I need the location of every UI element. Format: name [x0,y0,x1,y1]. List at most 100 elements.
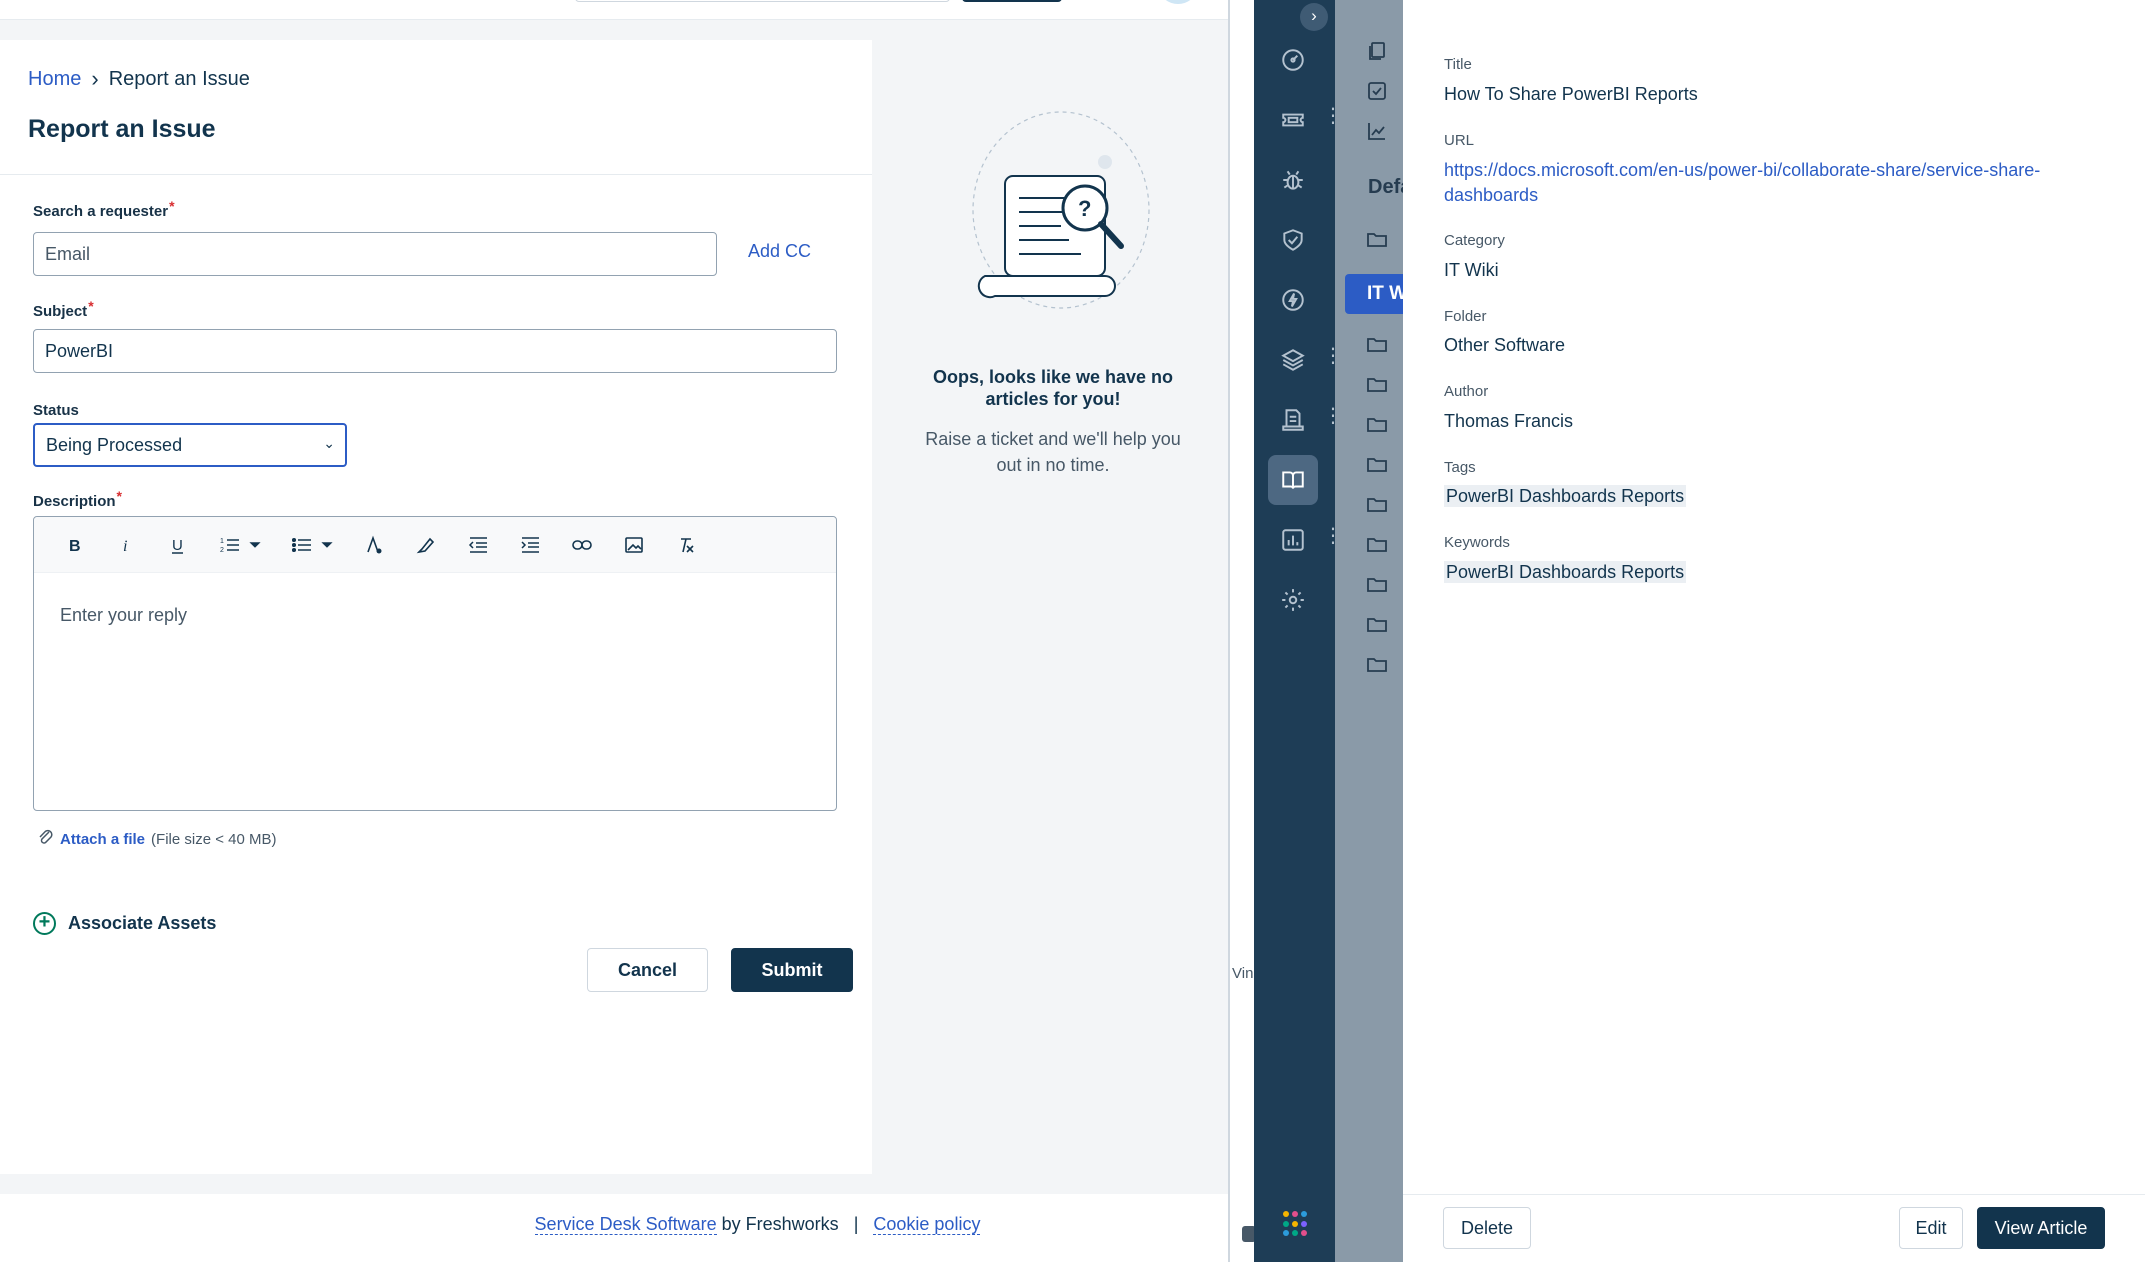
purchase-document-icon[interactable] [1268,395,1318,445]
chevron-right-icon: › [91,66,99,91]
changes-shield-icon[interactable] [1268,215,1318,265]
author-label: Author [1444,383,1489,400]
requester-label-text: Search a requester [33,203,169,220]
list-section-heading: Defa [1368,176,1403,198]
required-mark: * [116,488,122,504]
clear-format-icon[interactable] [668,527,704,563]
highlight-icon[interactable] [408,527,444,563]
subject-label: Subject* [33,298,94,320]
tag-chip: PowerBI Dashboards Reports [1444,485,1687,507]
underline-icon[interactable]: U [160,527,196,563]
more-options-icon[interactable]: ⋮ [1323,406,1343,426]
svg-text:2: 2 [220,547,224,554]
italic-icon[interactable]: i [108,527,144,563]
cancel-button[interactable]: Cancel [587,948,708,992]
dashboard-icon[interactable] [1268,35,1318,85]
apps-grid-dot [1283,1220,1289,1227]
apps-grid-dot [1283,1211,1289,1217]
outdent-icon[interactable] [460,527,496,563]
add-cc-link[interactable]: Add CC [748,241,811,262]
checkbox-icon[interactable] [1366,80,1388,102]
requester-label: Search a requester* [33,198,175,220]
caret-down-icon[interactable] [248,527,262,563]
ordered-list-icon[interactable]: 12 [212,527,248,563]
background-window-edge: Vind [1228,0,1262,1262]
folder-icon[interactable] [1366,653,1388,675]
more-options-icon[interactable]: ⋮ [1323,526,1343,546]
more-options-icon[interactable]: ⋮ [1323,106,1343,126]
svg-text:U: U [172,537,183,554]
trend-chart-icon[interactable] [1366,120,1388,142]
subject-input[interactable]: PowerBI [33,329,837,373]
apps-grid-dot [1301,1230,1307,1237]
folder-icon[interactable] [1366,533,1388,555]
description-editor[interactable]: B i U 12 Enter your reply [33,516,837,811]
link-icon[interactable] [564,527,600,563]
edit-button[interactable]: Edit [1899,1207,1963,1249]
assets-layers-icon[interactable] [1268,335,1318,385]
status-select[interactable]: Being Processed ⌄ [33,423,347,467]
unordered-list-icon[interactable] [284,527,320,563]
portal-header-button[interactable] [962,0,1062,2]
apps-grid-dot [1283,1230,1289,1237]
portal-footer: Service Desk Software by Freshworks | Co… [0,1194,1228,1262]
folder-icon[interactable] [1366,373,1388,395]
tags-label: Tags [1444,459,1476,476]
folder-icon[interactable] [1366,453,1388,475]
reports-chart-icon[interactable] [1268,515,1318,565]
indent-icon[interactable] [512,527,548,563]
folder-icon[interactable] [1366,573,1388,595]
no-articles-title: Oops, looks like we have no articles for… [932,367,1174,409]
footer-cookie-policy-link[interactable]: Cookie policy [873,1214,981,1235]
footer-service-desk-link[interactable]: Service Desk Software [534,1214,717,1235]
submit-button[interactable]: Submit [731,948,853,992]
breadcrumb-home-link[interactable]: Home [28,68,81,91]
article-category: IT Wiki [1444,260,1499,280]
settings-gear-icon[interactable] [1268,575,1318,625]
folder-icon[interactable] [1366,413,1388,435]
article-url-link[interactable]: https://docs.microsoft.com/en-us/power-b… [1444,158,2104,208]
article-title: How To Share PowerBI Reports [1444,84,1698,104]
associate-assets-button[interactable]: + Associate Assets [33,912,216,935]
svg-text:1: 1 [220,538,224,545]
problems-bug-icon[interactable] [1268,155,1318,205]
apps-grid-dot [1292,1220,1298,1227]
view-article-button[interactable]: View Article [1977,1207,2105,1249]
portal-search-input[interactable] [575,0,950,2]
tickets-icon[interactable] [1268,95,1318,145]
copy-document-icon[interactable] [1366,40,1388,62]
caret-down-icon[interactable] [320,527,334,563]
divider [0,174,872,175]
editor-toolbar: B i U 12 [34,517,836,573]
avatar[interactable] [1160,0,1196,4]
article-tags: PowerBI Dashboards Reports [1444,485,1687,507]
solutions-book-icon[interactable] [1268,455,1318,505]
no-articles-subtitle: Raise a ticket and we'll help you out in… [925,429,1181,475]
requester-email-input[interactable]: Email [33,232,717,276]
svg-text:i: i [123,538,127,555]
article-detail-footer: Delete Edit View Article [1403,1194,2145,1262]
chevron-right-icon[interactable]: › [1300,3,1328,31]
more-options-icon[interactable]: ⋮ [1323,346,1343,366]
releases-bolt-icon[interactable] [1268,275,1318,325]
keyword-chip: PowerBI Dashboards Reports [1444,561,1687,583]
footer-by-text: by Freshworks [721,1214,839,1234]
image-icon[interactable] [616,527,652,563]
attach-file-hint: (File size < 40 MB) [151,830,277,848]
delete-button[interactable]: Delete [1443,1207,1531,1249]
attach-file-link[interactable]: Attach a file [60,831,145,848]
folder-icon[interactable] [1366,333,1388,355]
url-label: URL [1444,132,1475,149]
subject-value: PowerBI [45,340,114,361]
bold-icon[interactable]: B [56,527,92,563]
apps-grid-dot [1292,1230,1298,1237]
folder-icon[interactable] [1366,228,1388,250]
folder-icon[interactable] [1366,613,1388,635]
list-item-active[interactable]: IT W [1345,274,1403,314]
text-color-icon[interactable] [356,527,392,563]
article-keywords: PowerBI Dashboards Reports [1444,561,1687,583]
paperclip-icon [38,828,54,850]
apps-grid-icon[interactable] [1283,1211,1309,1237]
chevron-down-icon: ⌄ [323,435,335,451]
folder-icon[interactable] [1366,493,1388,515]
